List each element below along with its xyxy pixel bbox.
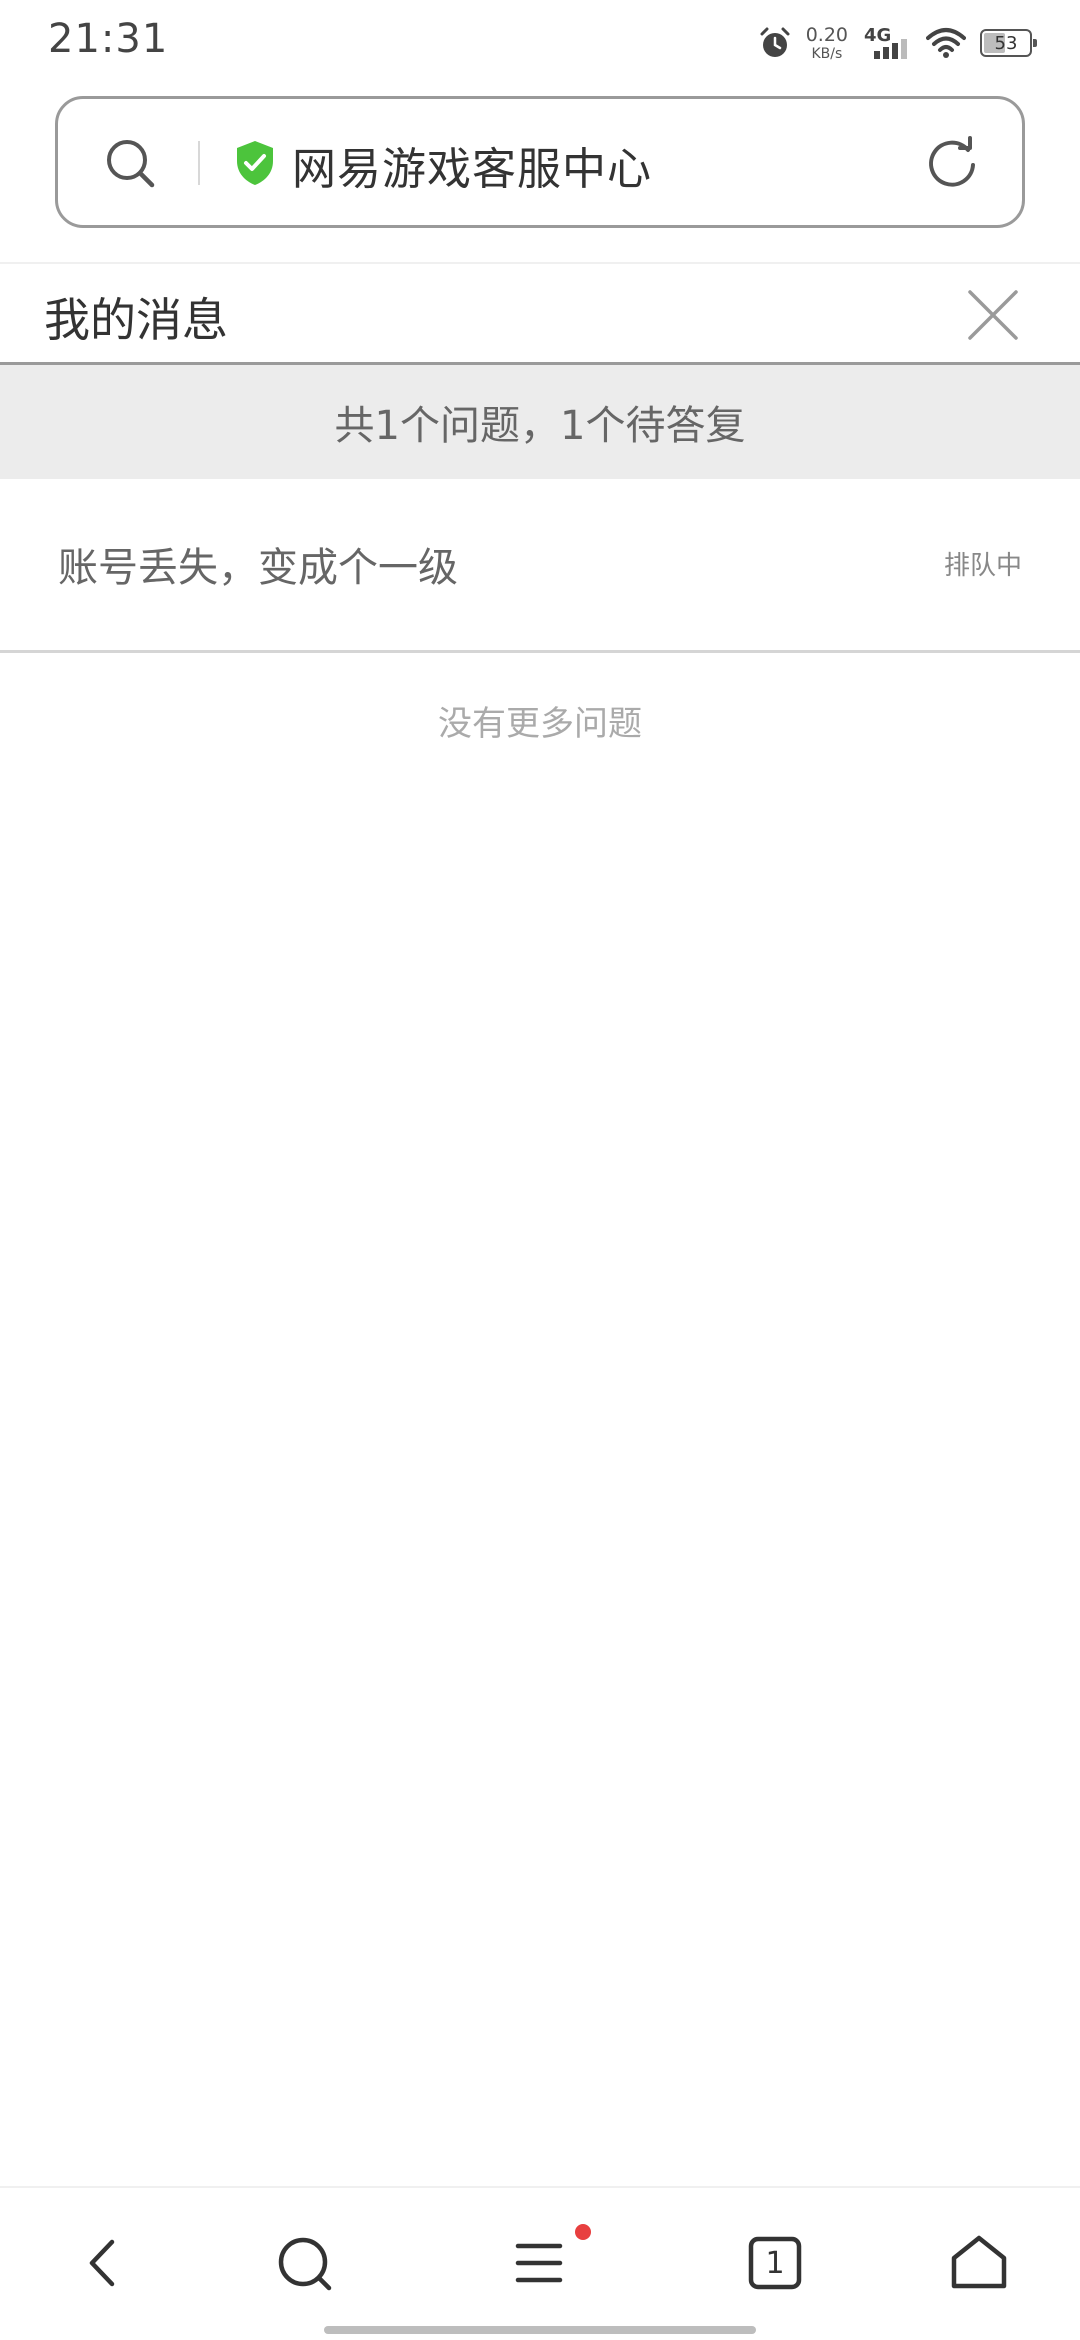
- no-more-text: 没有更多问题: [438, 704, 642, 744]
- screen: 21:31 0.20 KB/s 4G 53 网易游戏客服中心 我的消息 共1个问…: [0, 0, 1080, 2340]
- summary-text: 共1个问题，1个待答复: [334, 403, 746, 449]
- tab-count: 1: [765, 2245, 785, 2281]
- back-icon[interactable]: [68, 2228, 138, 2298]
- page-title[interactable]: 网易游戏客服中心: [292, 133, 652, 197]
- status-bar: 21:31 0.20 KB/s 4G 53: [0, 0, 1080, 84]
- status-icons: 0.20 KB/s 4G 53: [758, 20, 1037, 66]
- alarm-icon: [758, 26, 792, 60]
- wifi-icon: [926, 26, 966, 60]
- net-speed-unit: KB/s: [811, 45, 843, 62]
- reload-icon[interactable]: [924, 135, 980, 191]
- signal-icon: 4G: [862, 23, 912, 63]
- row-divider: [0, 650, 1080, 653]
- shield-check-icon: [234, 139, 276, 187]
- list-item[interactable]: 账号丢失，变成个一级 排队中: [0, 479, 1080, 653]
- tabs-icon[interactable]: 1: [740, 2228, 810, 2298]
- battery-nub: [1033, 39, 1037, 47]
- status-time: 21:31: [48, 16, 169, 62]
- bottom-nav: 1: [0, 2188, 1080, 2340]
- menu-icon[interactable]: [504, 2228, 574, 2298]
- home-icon[interactable]: [944, 2228, 1014, 2298]
- net-speed: 0.20 KB/s: [805, 23, 848, 62]
- question-title[interactable]: 账号丢失，变成个一级: [58, 535, 458, 593]
- battery-icon: 53: [980, 29, 1037, 57]
- status-badge: 排队中: [943, 551, 1022, 581]
- notification-dot: [575, 2224, 591, 2240]
- search-icon[interactable]: [102, 135, 158, 191]
- close-icon[interactable]: [964, 286, 1022, 344]
- address-bar[interactable]: 网易游戏客服中心: [55, 96, 1025, 228]
- search-icon[interactable]: [269, 2228, 339, 2298]
- divider: [0, 262, 1080, 264]
- summary-bar: 共1个问题，1个待答复: [0, 365, 1080, 479]
- address-divider: [198, 141, 200, 185]
- net-speed-value: 0.20: [805, 23, 848, 46]
- home-indicator[interactable]: [324, 2326, 756, 2334]
- panel-title: 我的消息: [44, 293, 228, 347]
- battery-level: 53: [994, 32, 1018, 54]
